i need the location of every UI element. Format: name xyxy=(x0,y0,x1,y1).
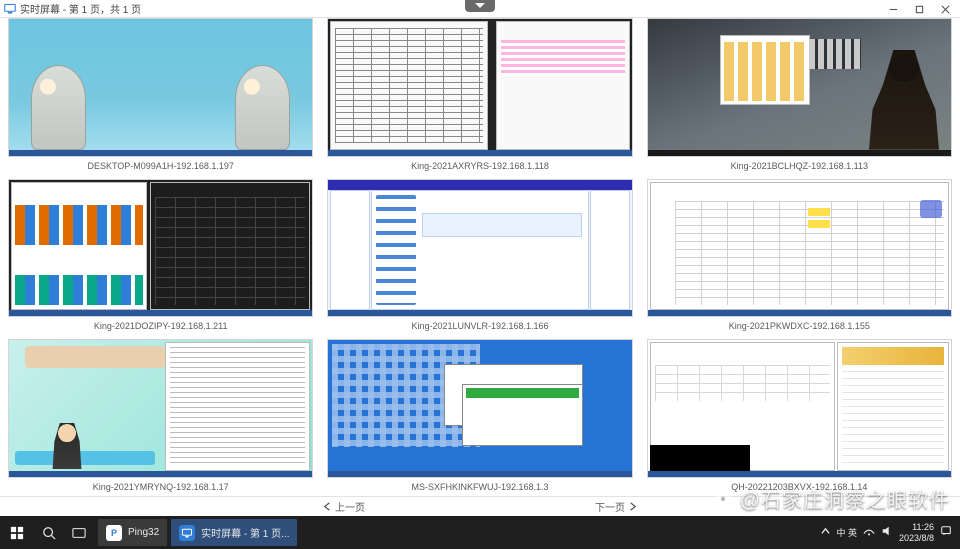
search-button[interactable] xyxy=(34,516,64,549)
close-button[interactable] xyxy=(932,0,958,18)
tray-chevron-icon[interactable] xyxy=(821,527,830,539)
screen-thumbnail[interactable] xyxy=(647,339,952,478)
screen-caption: King-2021YMRYNQ-192.168.1.17 xyxy=(8,478,313,496)
screen-cell: King-2021AXRYRS-192.168.1.118 xyxy=(327,18,632,175)
clock-date: 2023/8/8 xyxy=(899,533,934,544)
screen-caption: QH-20221203BXVX-192.168.1.14 xyxy=(647,478,952,496)
screen-cell: King-2021LUNVLR-192.168.1.166 xyxy=(327,179,632,336)
screen-thumbnail[interactable] xyxy=(647,18,952,157)
titlebar: 实时屏幕 - 第 1 页，共 1 页 xyxy=(0,0,960,18)
taskview-button[interactable] xyxy=(64,516,94,549)
screen-cell: QH-20221203BXVX-192.168.1.14 xyxy=(647,339,952,496)
screen-cell: MS-SXFHKINKFWUJ-192.168.1.3 xyxy=(327,339,632,496)
search-icon xyxy=(42,526,56,540)
screen-caption: King-2021DOZIPY-192.168.1.211 xyxy=(8,317,313,335)
host-taskbar: P Ping32 实时屏幕 - 第 1 页... 中 英 11:26 2023/… xyxy=(0,516,960,549)
screen-thumbnail[interactable] xyxy=(8,339,313,478)
system-tray: 中 英 11:26 2023/8/8 xyxy=(821,522,960,544)
maximize-button[interactable] xyxy=(906,0,932,18)
screen-thumbnail[interactable] xyxy=(8,179,313,318)
screen-cell: King-2021DOZIPY-192.168.1.211 xyxy=(8,179,313,336)
screen-thumbnail[interactable] xyxy=(647,179,952,318)
monitor-icon xyxy=(4,3,16,15)
prev-page-button[interactable]: 上一页 xyxy=(323,499,365,514)
screens-grid: DESKTOP-M099A1H-192.168.1.197 King-2021A… xyxy=(0,18,960,496)
screen-cell: King-2021PKWDXC-192.168.1.155 xyxy=(647,179,952,336)
ime-indicator[interactable]: 中 英 xyxy=(836,526,857,539)
chevron-right-icon xyxy=(628,502,637,511)
screen-thumbnail[interactable] xyxy=(8,18,313,157)
screen-thumbnail[interactable] xyxy=(327,339,632,478)
screen-caption: King-2021BCLHQZ-192.168.1.113 xyxy=(647,157,952,175)
taskbar-app-realtime[interactable]: 实时屏幕 - 第 1 页... xyxy=(171,519,297,546)
chevron-left-icon xyxy=(323,502,332,511)
next-page-label: 下一页 xyxy=(595,499,625,514)
taskview-icon xyxy=(72,526,86,540)
next-page-button[interactable]: 下一页 xyxy=(595,499,637,514)
minimize-button[interactable] xyxy=(880,0,906,18)
screen-caption: King-2021PKWDXC-192.168.1.155 xyxy=(647,317,952,335)
pagination-bar: 上一页 下一页 xyxy=(0,496,960,516)
windows-icon xyxy=(10,526,24,540)
screen-caption: King-2021AXRYRS-192.168.1.118 xyxy=(327,157,632,175)
prev-page-label: 上一页 xyxy=(335,499,365,514)
screen-caption: DESKTOP-M099A1H-192.168.1.197 xyxy=(8,157,313,175)
window-title: 实时屏幕 - 第 1 页，共 1 页 xyxy=(20,1,141,16)
screen-cell: King-2021BCLHQZ-192.168.1.113 xyxy=(647,18,952,175)
screen-cell: King-2021YMRYNQ-192.168.1.17 xyxy=(8,339,313,496)
screen-thumbnail[interactable] xyxy=(327,179,632,318)
clock[interactable]: 11:26 2023/8/8 xyxy=(899,522,934,544)
dropdown-tab[interactable] xyxy=(465,0,495,12)
ping32-icon: P xyxy=(106,525,122,541)
screen-cell: DESKTOP-M099A1H-192.168.1.197 xyxy=(8,18,313,175)
taskbar-app-label: 实时屏幕 - 第 1 页... xyxy=(201,525,289,540)
app-window: 实时屏幕 - 第 1 页，共 1 页 DESKTOP-M099A1H-192.1… xyxy=(0,0,960,516)
start-button[interactable] xyxy=(0,516,34,549)
screen-caption: MS-SXFHKINKFWUJ-192.168.1.3 xyxy=(327,478,632,496)
monitor-icon xyxy=(179,525,195,541)
clock-time: 11:26 xyxy=(899,522,934,533)
network-icon[interactable] xyxy=(863,525,875,540)
taskbar-app-label: Ping32 xyxy=(128,527,159,538)
screen-thumbnail[interactable] xyxy=(327,18,632,157)
screen-caption: King-2021LUNVLR-192.168.1.166 xyxy=(327,317,632,335)
volume-icon[interactable] xyxy=(881,525,893,540)
notifications-icon[interactable] xyxy=(940,525,952,540)
taskbar-app-ping32[interactable]: P Ping32 xyxy=(98,519,167,546)
